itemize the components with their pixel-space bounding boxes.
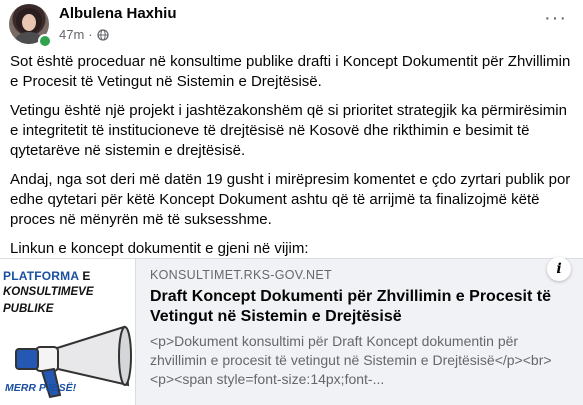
link-thumbnail[interactable]: PLATFORMA E KONSULTIMEVE PUBLIKE MERR PJ… [0,259,136,405]
post-paragraph: Andaj, nga sot deri më datën 19 gusht i … [10,171,571,228]
thumb-text-konsultimeve: KONSULTIMEVE [3,286,94,298]
post-header: Albulena Haxhiu 47m · ··· [9,4,579,48]
author-name[interactable]: Albulena Haxhiu [59,5,177,22]
globe-icon[interactable] [96,28,109,41]
link-title[interactable]: Draft Koncept Dokumenti për Zhvillimin e… [150,287,570,327]
more-options-icon[interactable]: ··· [544,8,567,28]
post-paragraph: Vetingu është një projekt i jashtëzakons… [10,102,567,159]
post-paragraph: Linkun e koncept dokumentit e gjeni në v… [10,240,309,257]
post-meta: 47m · [59,27,109,42]
thumb-text-platforma: PLATFORMA E [3,269,91,283]
post-time[interactable]: 47m [59,27,84,42]
thumb-text-publike: PUBLIKE [3,303,54,315]
avatar-face [22,14,36,31]
thumb-text-merr-pjese: MERR PJESË! [5,382,77,394]
post-body: Sot është proceduar në konsultime publik… [10,52,578,268]
link-preview-card[interactable]: PLATFORMA E KONSULTIMEVE PUBLIKE MERR PJ… [0,257,583,405]
meta-separator: · [88,27,93,42]
post-paragraph: Sot është proceduar në konsultime publik… [10,53,571,90]
online-status-dot [38,34,52,48]
link-domain: KONSULTIMET.RKS-GOV.NET [150,268,332,282]
link-description: <p>Dokument konsultimi për Draft Koncept… [150,333,552,387]
info-icon[interactable]: i [547,257,571,281]
